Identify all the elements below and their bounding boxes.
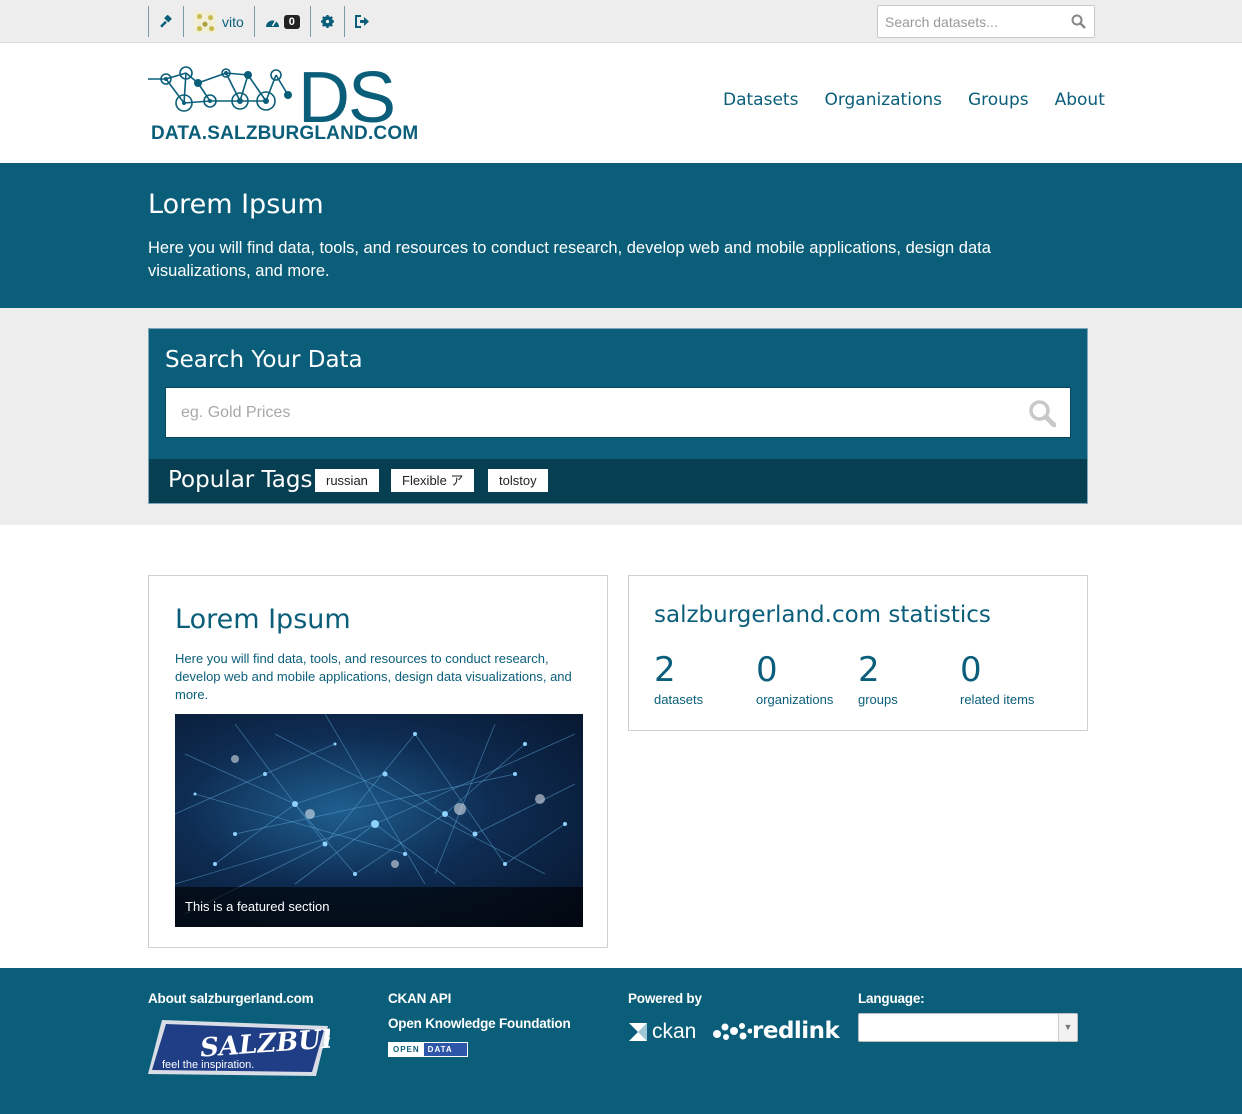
salzburg-logo[interactable]: SALZBURG feel the inspiration. [148,1014,366,1080]
account-links: vito 0 [148,6,379,37]
open-data-badge-open: OPEN [389,1043,424,1056]
salzburg-logo-image: SALZBURG feel the inspiration. [148,1020,366,1076]
dashboard-icon [265,20,279,27]
redlink-icon [713,1023,752,1040]
dashboard-link[interactable]: 0 [253,6,310,37]
main-nav: Datasets Organizations Groups About [710,90,1118,110]
stat-value: 2 [858,650,880,690]
powered-by-label: Powered by [628,991,702,1006]
stat-label: related items [960,692,1035,707]
featured-image[interactable]: This is a featured section [175,714,583,927]
hero-title: Lorem Ipsum [148,189,324,220]
stat-organizations[interactable]: 0 organizations [756,650,856,707]
gear-icon [320,15,334,28]
redlink-wordmark: redlink [752,1018,840,1044]
stat-value: 2 [654,650,676,690]
logout-link[interactable] [343,6,379,37]
open-data-badge-data: DATA [423,1043,467,1056]
popular-tags: Popular Tags russian Flexible ア tolstoy [149,459,1087,503]
popular-tags-title: Popular Tags [168,467,313,493]
stat-groups[interactable]: 2 groups [858,650,958,707]
avatar [194,10,216,33]
statistics-box: salzburgerland.com statistics 2 datasets… [628,575,1088,731]
ckan-wordmark: ckan [652,1020,697,1043]
statistics-title: salzburgerland.com statistics [654,602,991,628]
language-label: Language: [858,991,925,1006]
sign-out-icon [354,15,369,28]
tag-flexible[interactable]: Flexible ア [391,469,475,492]
notification-count: 0 [283,14,300,29]
ckan-logo[interactable]: ckan [628,1020,696,1044]
stat-value: 0 [960,650,982,690]
okf-link[interactable]: Open Knowledge Foundation [388,1016,571,1031]
stat-datasets[interactable]: 2 datasets [654,650,754,707]
gavel-icon [160,14,172,28]
featured-title: Lorem Ipsum [175,604,351,635]
search-icon[interactable] [1028,399,1056,427]
stat-label: datasets [654,692,704,707]
sysadmin-link[interactable] [148,6,183,37]
nav-organizations[interactable]: Organizations [824,90,942,110]
nav-datasets[interactable]: Datasets [723,90,798,110]
site-logo[interactable]: DS DATA.SALZBURGLAND.COM [148,58,418,147]
redlink-logo[interactable]: redlink [712,1018,840,1044]
user-profile-link[interactable]: vito [183,6,254,37]
hero-banner: Lorem Ipsum Here you will find data, too… [0,163,1242,308]
logo-text: DATA.SALZBURGLAND.COM [151,123,419,144]
ckan-icon [629,1023,647,1041]
search-section: Search Your Data Popular Tags russian Fl… [0,308,1242,525]
stat-related-items[interactable]: 0 related items [960,650,1060,707]
dataset-search-input[interactable] [878,6,1058,37]
featured-box: Lorem Ipsum Here you will find data, too… [148,575,608,948]
tag-russian[interactable]: russian [315,469,379,492]
ckan-api-link[interactable]: CKAN API [388,991,451,1006]
dataset-search-form [877,5,1095,38]
site-header: DS DATA.SALZBURGLAND.COM Datasets Organi… [0,43,1242,163]
search-icon[interactable] [1071,14,1086,29]
language-select[interactable]: ▼ [858,1013,1078,1042]
featured-caption: This is a featured section [175,887,583,927]
account-masthead: vito 0 [0,0,1242,43]
open-data-badge[interactable]: OPEN DATA [388,1042,468,1057]
chevron-down-icon: ▼ [1058,1014,1077,1041]
username: vito [222,13,244,30]
featured-text: Here you will find data, tools, and reso… [175,651,572,702]
about-link[interactable]: About salzburgerland.com [148,991,314,1006]
tag-tolstoy[interactable]: tolstoy [488,469,548,492]
search-panel: Search Your Data Popular Tags russian Fl… [148,328,1088,504]
nav-about[interactable]: About [1055,90,1105,110]
settings-link[interactable] [309,6,344,37]
network-logo-icon [148,66,292,112]
nav-groups[interactable]: Groups [968,90,1029,110]
stat-value: 0 [756,650,778,690]
search-title: Search Your Data [165,347,363,373]
stat-label: groups [858,692,898,707]
stat-label: organizations [756,692,834,707]
search-input[interactable] [166,388,986,437]
hero-text: Here you will find data, tools, and reso… [148,239,991,280]
search-form [165,387,1071,438]
salzburg-tagline: feel the inspiration. [162,1059,254,1071]
site-footer: About salzburgerland.com SALZBURG feel t… [0,968,1242,1114]
